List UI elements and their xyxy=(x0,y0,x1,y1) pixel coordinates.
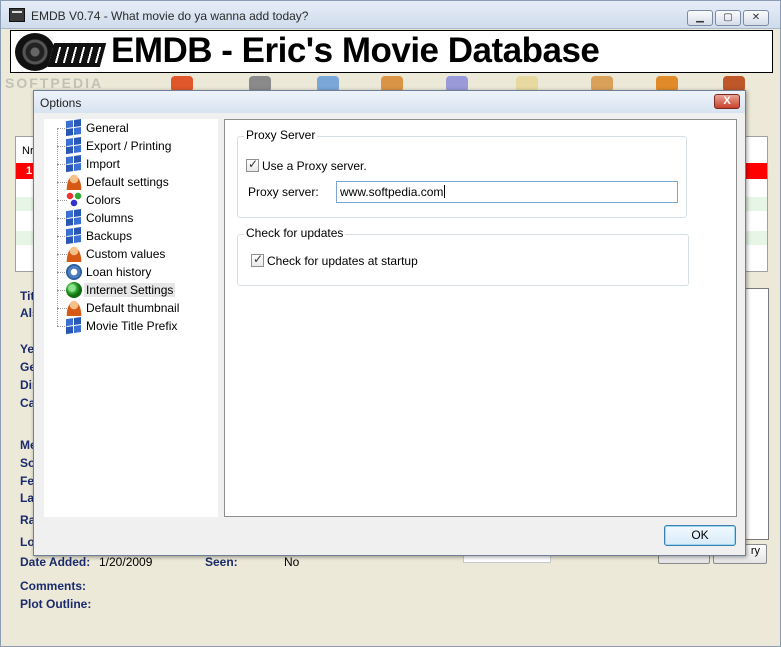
minimize-button[interactable]: ▁ xyxy=(687,10,713,26)
label-date-added: Date Added: xyxy=(20,555,91,569)
dialog-title: Options xyxy=(40,96,82,110)
tree-item-label: Default thumbnail xyxy=(86,301,180,315)
tree-item-label: Internet Settings xyxy=(84,283,176,297)
banner-title: EMDB - Eric's Movie Database xyxy=(111,31,600,70)
tree-item-label: Import xyxy=(86,157,121,171)
proxy-server-group: Proxy Server Use a Proxy server. Proxy s… xyxy=(237,128,687,218)
row-number: 1 xyxy=(26,165,33,177)
tree-item-label: Movie Title Prefix xyxy=(86,319,178,333)
tree-item-backups[interactable]: Backups xyxy=(44,226,218,246)
use-proxy-label[interactable]: Use a Proxy server. xyxy=(262,159,367,173)
tree-item-custom-values[interactable]: Custom values xyxy=(44,245,218,263)
windows-flag-icon xyxy=(66,154,82,174)
tree-item-general[interactable]: General xyxy=(44,118,218,138)
tree-item-label: General xyxy=(86,121,129,135)
check-updates-label[interactable]: Check for updates at startup xyxy=(267,254,418,268)
check-updates-checkbox[interactable] xyxy=(251,252,264,267)
tree-item-movie-title-prefix[interactable]: Movie Title Prefix xyxy=(44,316,218,336)
tree-item-export-printing[interactable]: Export / Printing xyxy=(44,136,218,156)
check-updates-group: Check for updates Check for updates at s… xyxy=(237,226,689,286)
colors-icon xyxy=(66,192,82,208)
tree-item-colors[interactable]: Colors xyxy=(44,191,218,209)
tree-item-label: Colors xyxy=(86,193,121,207)
tree-item-import[interactable]: Import xyxy=(44,154,218,174)
tree-item-internet-settings[interactable]: Internet Settings xyxy=(44,281,218,299)
tree-item-label: Columns xyxy=(86,211,134,225)
tree-item-label: Export / Printing xyxy=(86,139,172,153)
windows-flag-icon xyxy=(66,208,82,228)
close-button[interactable]: ✕ xyxy=(743,10,769,26)
windows-flag-icon xyxy=(66,316,82,336)
film-clapper-icon xyxy=(9,8,25,22)
proxy-server-value: www.softpedia.com xyxy=(340,185,444,199)
tree-item-columns[interactable]: Columns xyxy=(44,208,218,228)
globe-icon xyxy=(66,282,82,298)
windows-flag-icon xyxy=(66,226,82,246)
window-title: EMDB V0.74 - What movie do ya wanna add … xyxy=(31,9,309,23)
label-comments: Comments: xyxy=(20,579,87,593)
dialog-close-button[interactable]: X xyxy=(714,94,740,109)
label-features: Fe xyxy=(20,474,35,488)
value-seen: No xyxy=(284,555,300,569)
main-titlebar[interactable]: EMDB V0.74 - What movie do ya wanna add … xyxy=(1,1,780,29)
label-plot-outline: Plot Outline: xyxy=(20,597,92,611)
tree-item-loan-history[interactable]: Loan history xyxy=(44,263,218,281)
person-icon xyxy=(66,300,82,316)
proxy-server-input[interactable]: www.softpedia.com xyxy=(336,181,678,203)
tree-item-label: Loan history xyxy=(86,265,152,279)
maximize-button[interactable]: ▢ xyxy=(715,10,741,26)
label-language: La xyxy=(20,491,35,505)
film-strip-icon xyxy=(47,43,107,67)
tree-item-label: Default settings xyxy=(86,175,169,189)
person-icon xyxy=(66,174,82,190)
watermark: SOFTPEDIA xyxy=(5,75,104,91)
label-year: Ye xyxy=(20,342,35,356)
value-date-added: 1/20/2009 xyxy=(99,555,153,569)
options-tree: General Export / Printing Import Default se… xyxy=(44,118,218,517)
app-banner: EMDB - Eric's Movie Database xyxy=(10,30,773,73)
windows-flag-icon xyxy=(66,118,82,138)
proxy-server-legend: Proxy Server xyxy=(244,128,318,142)
gear-icon xyxy=(66,264,82,280)
options-dialog: Options X General Export / Printing Import… xyxy=(33,90,746,556)
ok-button[interactable]: OK xyxy=(664,525,736,546)
person-icon xyxy=(66,246,82,262)
tree-item-label: Backups xyxy=(86,229,133,243)
internet-settings-panel: Proxy Server Use a Proxy server. Proxy s… xyxy=(224,119,737,517)
tree-item-default-thumbnail[interactable]: Default thumbnail xyxy=(44,299,218,317)
check-updates-legend: Check for updates xyxy=(244,226,346,240)
label-seen: Seen: xyxy=(205,555,238,569)
windows-flag-icon xyxy=(66,136,82,156)
list-header-nr[interactable]: Nr xyxy=(22,145,34,157)
dialog-titlebar[interactable]: Options X xyxy=(34,91,745,113)
proxy-server-label: Proxy server: xyxy=(248,185,319,199)
tree-item-default-settings[interactable]: Default settings xyxy=(44,173,218,191)
tree-item-label: Custom values xyxy=(86,247,166,261)
use-proxy-checkbox[interactable] xyxy=(246,157,259,172)
